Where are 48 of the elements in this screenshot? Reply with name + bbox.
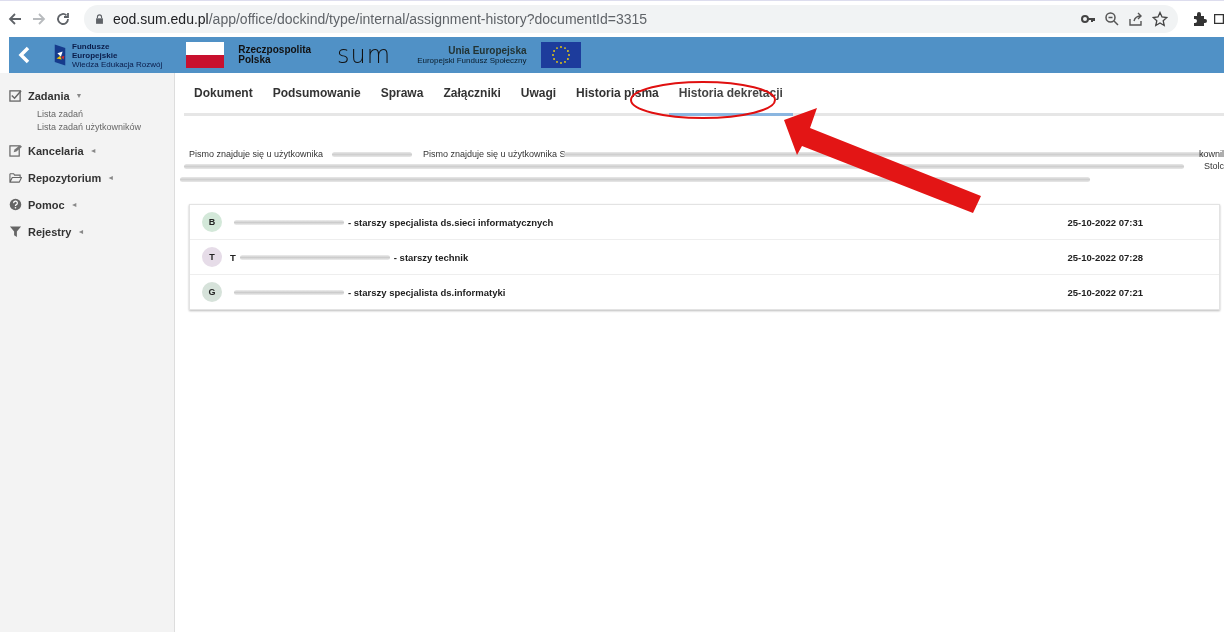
user-role: - starszy specjalista ds.sieci informatycznych — [348, 216, 554, 228]
logo-title: Fundusze Europejskie — [72, 41, 118, 60]
tab[interactable]: Podsumowanie — [262, 73, 371, 116]
user-role: - starszy specjalista ds.informatyki — [348, 286, 506, 298]
filter-icon — [9, 225, 22, 238]
pencil-icon — [9, 144, 22, 157]
sidebar-label: Pomoc — [28, 198, 65, 211]
submenu-item[interactable]: Lista zadań użytkowników — [0, 121, 174, 134]
share-icon[interactable] — [1128, 11, 1144, 27]
side-panel-icon[interactable] — [1214, 11, 1224, 27]
sidebar-label: Repozytorium — [28, 171, 102, 184]
assignment-date: 25-10-2022 07:28 — [1067, 251, 1143, 263]
tab[interactable]: Dokument — [184, 73, 263, 116]
location-text: Stolc — [1204, 161, 1224, 171]
sidebar-label: Kancelaria — [28, 144, 84, 157]
logo-title: Unia Europejska — [447, 45, 527, 56]
location-text: kownil — [1199, 149, 1224, 159]
reload-icon[interactable] — [54, 10, 72, 28]
help-icon — [9, 198, 22, 211]
avatar: T — [202, 247, 222, 267]
sidebar-label: Zadania — [28, 89, 70, 102]
tab[interactable]: Załączniki — [433, 73, 511, 116]
user-role: - starszy technik — [393, 251, 469, 263]
logo-subtitle: Wiedza Edukacja Rozwój — [72, 59, 163, 69]
flag-icon — [186, 42, 225, 68]
puzzle-icon[interactable] — [1192, 11, 1208, 27]
folder-icon — [9, 171, 22, 184]
avatar: B — [202, 212, 222, 232]
university-logo: sum — [337, 41, 392, 69]
tab[interactable]: Sprawa — [370, 73, 434, 116]
logo-subtitle: Europejski Fundusz Społeczny — [417, 56, 527, 65]
eu-flag-icon — [540, 42, 581, 68]
tab[interactable]: Uwagi — [510, 73, 567, 116]
sidebar-label: Rejestry — [28, 225, 72, 238]
address-bar[interactable]: eod.sum.edu.pl/app/office/dockind/type/internal/assignment-history?documentId=3315 — [84, 5, 1178, 33]
funds-logo-icon — [53, 42, 67, 68]
zoom-out-icon[interactable] — [1104, 11, 1120, 27]
back-chevron-icon[interactable] — [17, 45, 31, 65]
logo-title: Rzeczpospolita Polska — [238, 45, 312, 65]
submenu-item[interactable]: Lista zadań — [0, 108, 174, 121]
avatar: G — [202, 282, 222, 302]
star-icon[interactable] — [1152, 11, 1168, 27]
assignment-date: 25-10-2022 07:31 — [1067, 216, 1143, 228]
name-prefix: T — [230, 251, 236, 263]
location-text: Pismo znajduje się u użytkownika — [189, 149, 324, 159]
lock-icon — [94, 11, 105, 27]
assignment-date: 25-10-2022 07:21 — [1067, 286, 1143, 298]
checkbox-icon — [9, 89, 22, 102]
